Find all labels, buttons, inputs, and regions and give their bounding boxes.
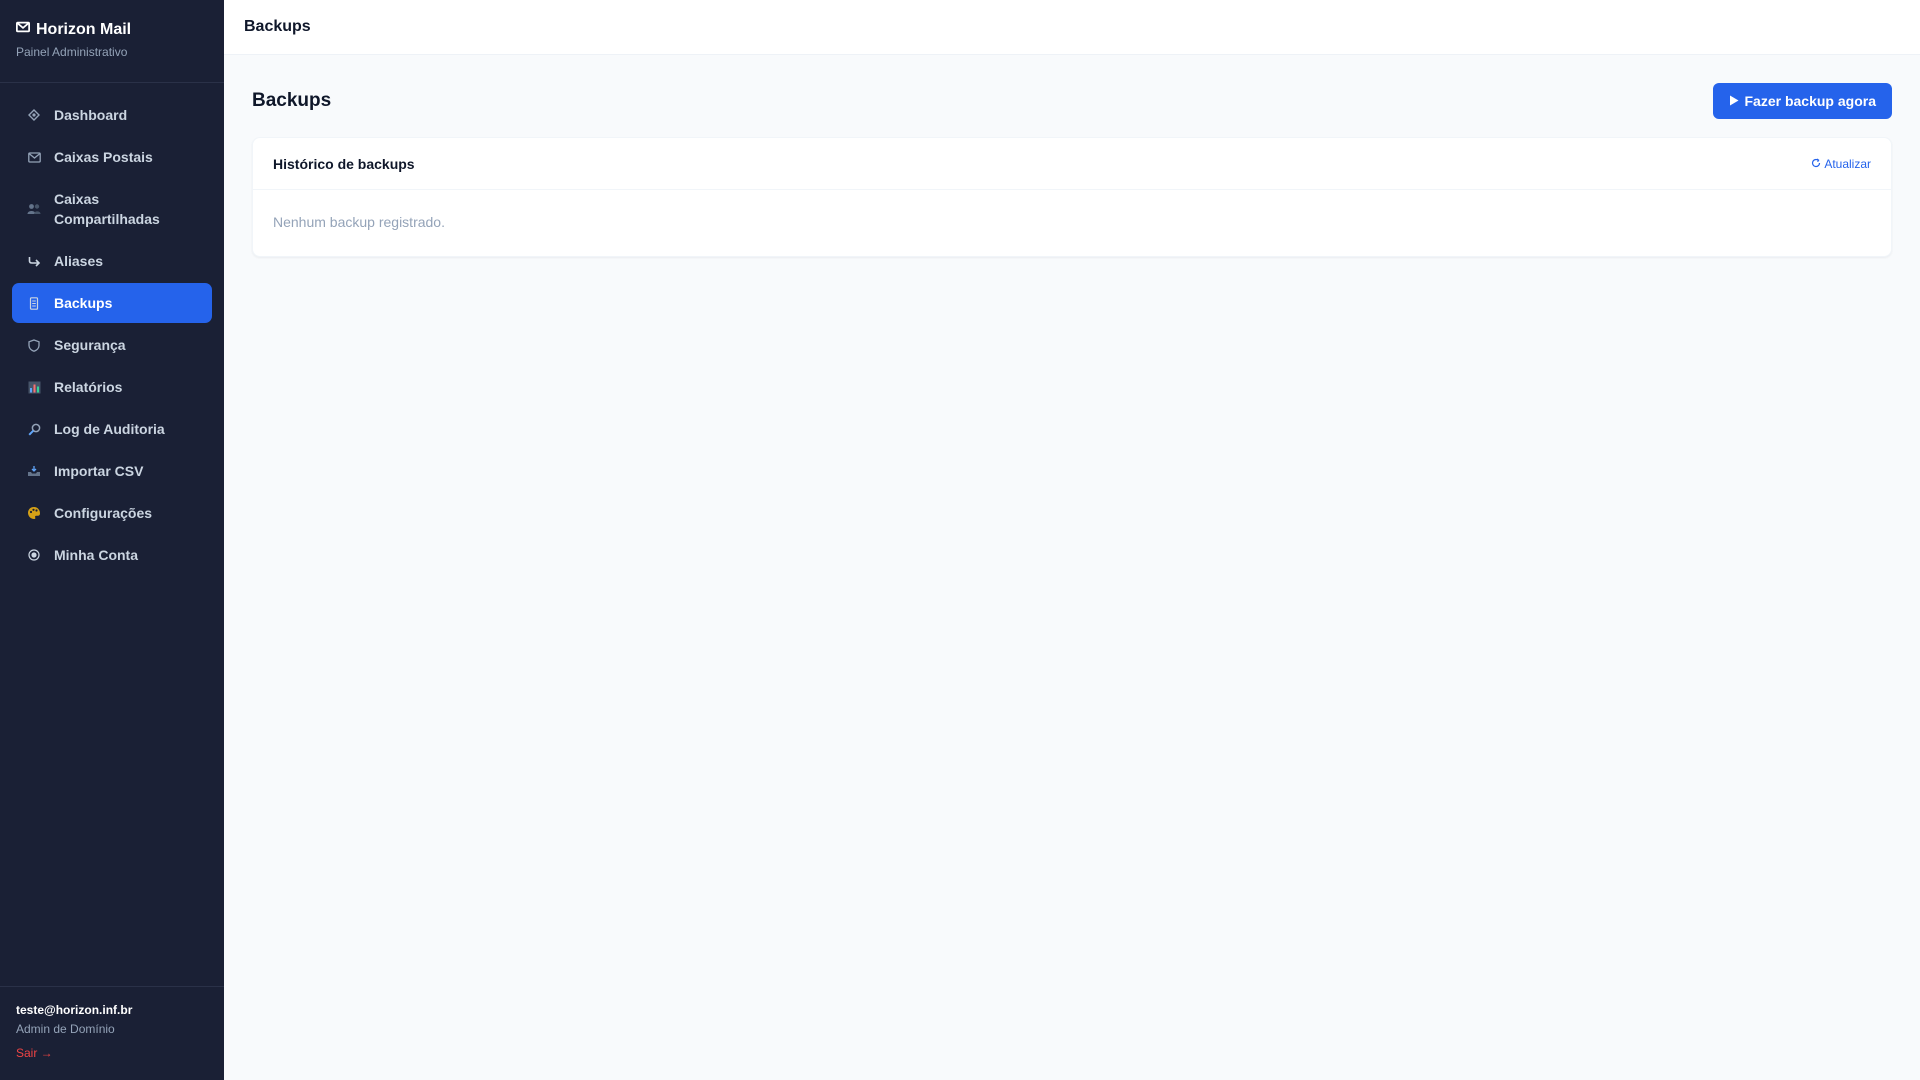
bar-chart-icon	[26, 379, 42, 395]
empty-state-text: Nenhum backup registrado.	[273, 214, 445, 230]
shield-icon	[26, 337, 42, 353]
mail-icon	[16, 20, 30, 39]
backup-history-card: Histórico de backups Atualizar Nenhum ba…	[252, 137, 1892, 257]
sidebar-item-label: Aliases	[54, 253, 104, 269]
play-icon	[1729, 93, 1739, 109]
storage-icon	[26, 295, 42, 311]
sidebar-item-log-de-auditoria[interactable]: Log de Auditoria	[12, 409, 212, 449]
sidebar-item-seguranca[interactable]: Segurança	[12, 325, 212, 365]
sidebar-item-caixas-compartilhadas[interactable]: Caixas Compartilhadas	[12, 179, 212, 239]
sidebar-nav: Dashboard Caixas Postais Caixas Comparti…	[0, 83, 224, 986]
sidebar-item-label: Configurações	[54, 505, 153, 521]
topbar-title: Backups	[244, 18, 311, 35]
refresh-label: Atualizar	[1824, 156, 1871, 171]
card-title: Histórico de backups	[273, 155, 415, 172]
sidebar-item-backups[interactable]: Backups	[12, 283, 212, 323]
sidebar-item-aliases[interactable]: Aliases	[12, 241, 212, 281]
tray-icon	[26, 463, 42, 479]
user-role: Admin de Domínio	[16, 1022, 115, 1036]
main: Backups Backups Fazer backup agora Histó…	[224, 0, 1920, 1080]
sidebar-item-label: Relatórios	[54, 379, 123, 395]
brand: Horizon Mail Painel Administrativo	[0, 0, 224, 83]
card-header: Histórico de backups Atualizar	[253, 138, 1891, 190]
brand-title: Horizon Mail	[16, 20, 208, 39]
card-body: Nenhum backup registrado.	[253, 190, 1891, 256]
refresh-icon	[1811, 157, 1821, 171]
user-circle-icon	[26, 547, 42, 563]
sidebar-item-label: Segurança	[54, 337, 126, 353]
app: Horizon Mail Painel Administrativo Dashb…	[0, 0, 1920, 1080]
sidebar-item-importar-csv[interactable]: Importar CSV	[12, 451, 212, 491]
brand-name: Horizon Mail	[36, 20, 132, 38]
backup-now-button[interactable]: Fazer backup agora	[1712, 83, 1892, 119]
page-header: Backups Fazer backup agora	[252, 83, 1892, 119]
sidebar-item-label: Caixas Compartilhadas	[54, 191, 160, 227]
palette-icon	[26, 505, 42, 521]
sidebar-item-label: Minha Conta	[54, 547, 138, 563]
sidebar-item-label: Dashboard	[54, 107, 128, 123]
sidebar: Horizon Mail Painel Administrativo Dashb…	[0, 0, 224, 1080]
magnifier-icon	[26, 421, 42, 437]
content: Backups Fazer backup agora Histórico de …	[224, 55, 1920, 285]
sidebar-item-caixas-postais[interactable]: Caixas Postais	[12, 137, 212, 177]
page-title: Backups	[252, 90, 332, 111]
sidebar-item-label: Caixas Postais	[54, 149, 153, 165]
sidebar-item-dashboard[interactable]: Dashboard	[12, 95, 212, 135]
user-box: teste@horizon.inf.br Admin de Domínio Sa…	[0, 986, 224, 1080]
sidebar-item-relatorios[interactable]: Relatórios	[12, 367, 212, 407]
topbar: Backups	[224, 0, 1920, 55]
brand-subtitle: Painel Administrativo	[16, 45, 128, 59]
envelope-icon	[26, 149, 42, 165]
sidebar-item-configuracoes[interactable]: Configurações	[12, 493, 212, 533]
sidebar-item-label: Log de Auditoria	[54, 421, 165, 437]
diamond-icon	[26, 107, 42, 123]
backup-now-label: Fazer backup agora	[1744, 93, 1877, 109]
forward-arrow-icon	[26, 253, 42, 269]
users-icon	[26, 201, 42, 217]
sidebar-item-minha-conta[interactable]: Minha Conta	[12, 535, 212, 575]
logout-link[interactable]: Sair →	[16, 1046, 53, 1060]
sidebar-item-label: Importar CSV	[54, 463, 144, 479]
sidebar-item-label: Backups	[54, 295, 113, 311]
user-email: teste@horizon.inf.br	[16, 1003, 133, 1017]
refresh-link[interactable]: Atualizar	[1811, 157, 1871, 171]
